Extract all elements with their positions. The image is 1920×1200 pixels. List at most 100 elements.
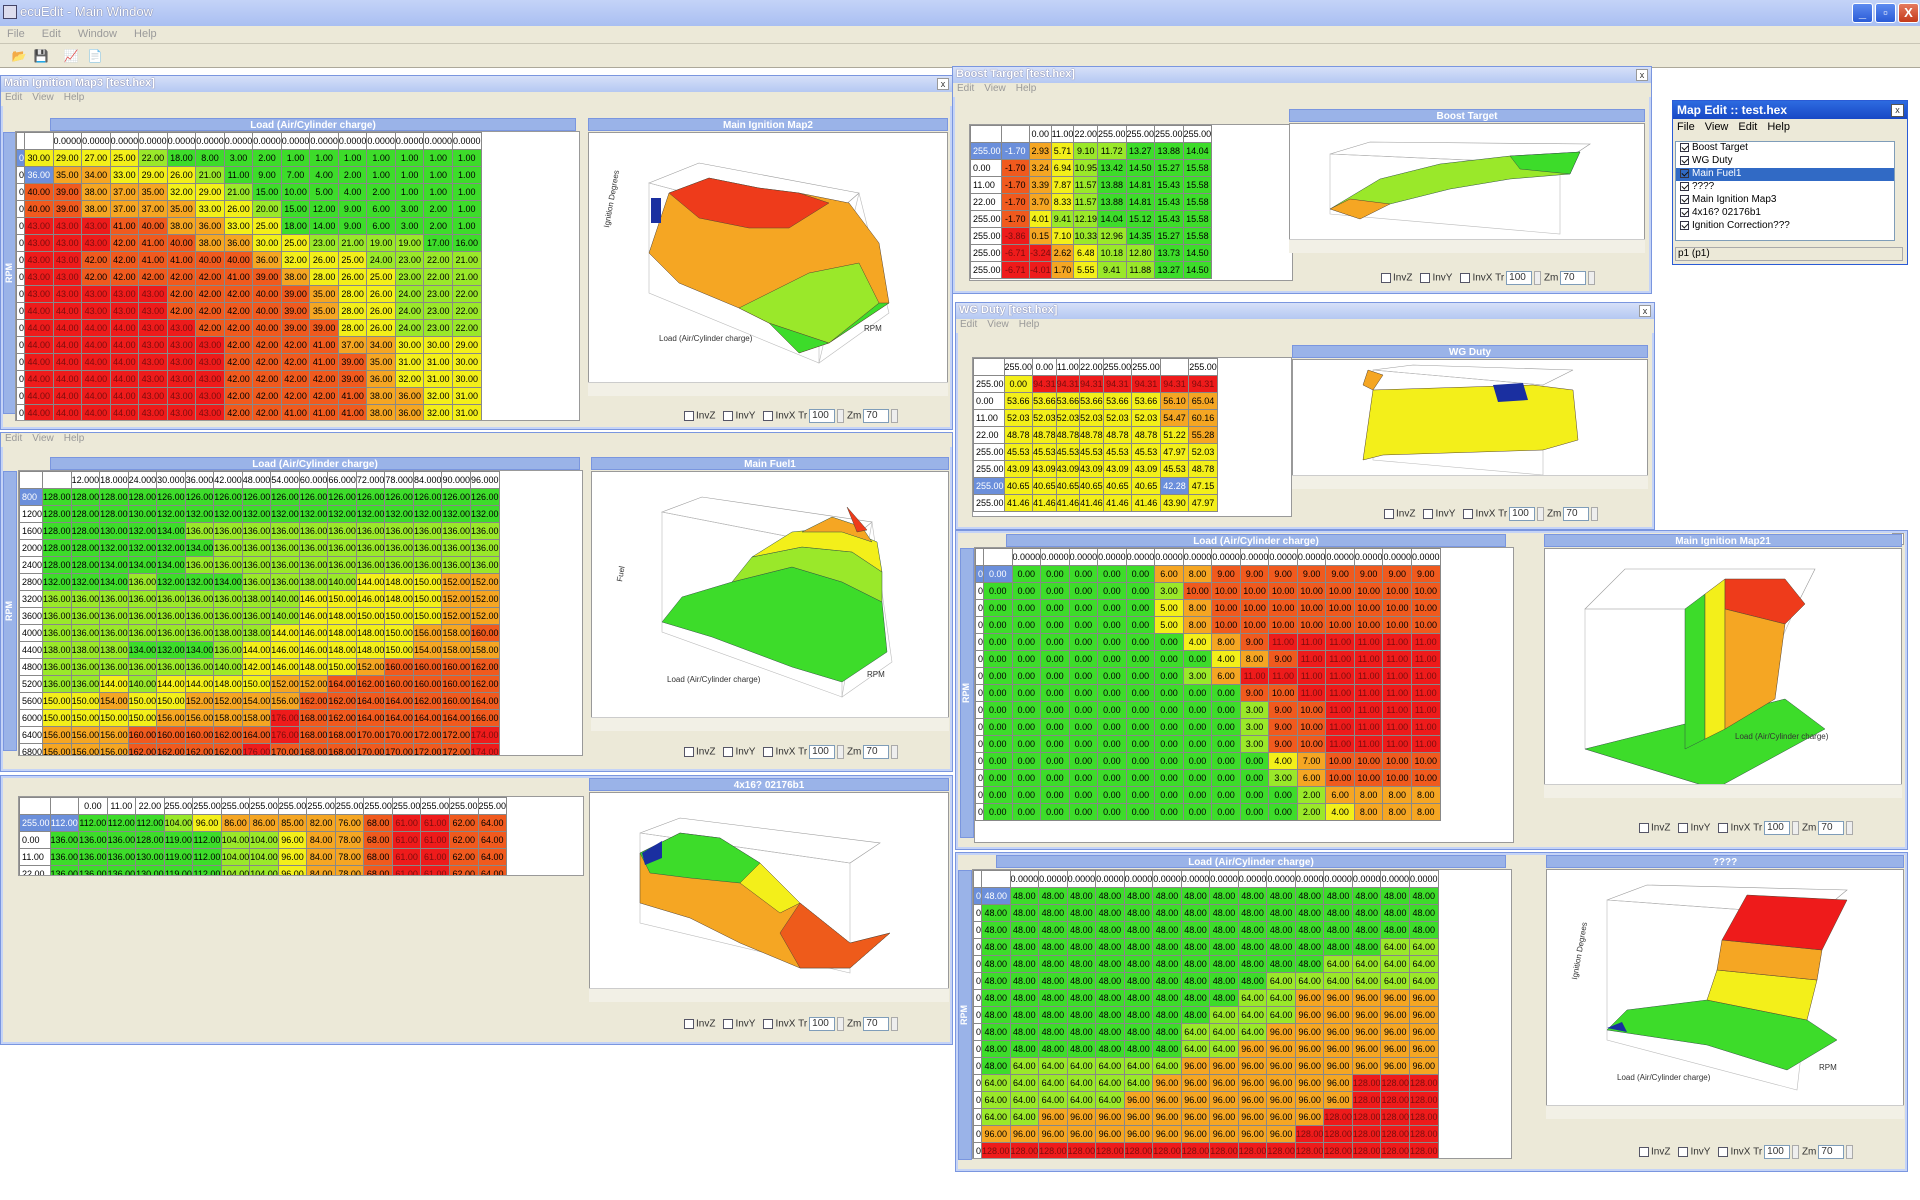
table-cell[interactable]: 1.00 (451, 183, 482, 201)
table-cell[interactable]: 33.00 (223, 217, 254, 235)
table-cell[interactable]: 42.00 (252, 387, 282, 405)
table-cell[interactable]: 64.00 (1180, 1040, 1211, 1058)
table-cell[interactable]: 136.00 (127, 624, 158, 642)
table-cell[interactable]: 136.00 (70, 607, 101, 625)
column-header[interactable]: 22.00 (135, 797, 165, 815)
table-cell[interactable]: 136.00 (49, 848, 80, 866)
table-cell[interactable]: 132.00 (355, 505, 386, 523)
table-cell[interactable]: 11.00 (1296, 650, 1327, 668)
table-cell[interactable]: 128.00 (70, 488, 101, 506)
table-cell[interactable]: 1.00 (394, 166, 425, 184)
table-cell[interactable]: 162.00 (412, 692, 443, 710)
table-cell[interactable]: 136.00 (327, 556, 357, 574)
table-cell[interactable]: 9.00 (1353, 565, 1384, 583)
table-cell[interactable]: 148.00 (327, 624, 357, 642)
table-cell[interactable]: 24.00 (394, 319, 425, 337)
table-cell[interactable]: 48.00 (981, 887, 1011, 905)
table-cell[interactable]: 96.00 (1408, 1006, 1439, 1024)
table-cell[interactable]: 0.00 (1154, 667, 1184, 685)
row-header[interactable]: 0.00 (973, 392, 1005, 410)
table-cell[interactable]: 104.00 (220, 865, 251, 875)
table-cell[interactable]: 2.00 (337, 166, 368, 184)
table-cell[interactable]: -3.86 (1000, 227, 1031, 245)
table-cell[interactable]: 0.00 (1011, 735, 1042, 753)
table-cell[interactable]: 136.00 (355, 522, 386, 540)
table-cell[interactable]: 61.00 (391, 848, 422, 866)
table-cell[interactable]: 96.00 (1209, 1108, 1239, 1126)
table-cell[interactable]: 48.00 (981, 955, 1011, 973)
table-cell[interactable]: 150.00 (327, 590, 357, 608)
table-cell[interactable]: 42.00 (223, 404, 254, 420)
table-cell[interactable]: 48.78 (1032, 426, 1057, 444)
table-cell[interactable]: 40.00 (252, 285, 282, 303)
table-cell[interactable]: 96.00 (1180, 1108, 1211, 1126)
table-cell[interactable]: 0.00 (1040, 650, 1070, 668)
table-cell[interactable]: 2.00 (366, 183, 396, 201)
column-header[interactable]: 0.0000 (1123, 870, 1154, 888)
table-cell[interactable]: 39.00 (52, 183, 83, 201)
table-cell[interactable]: 0.00 (1011, 633, 1042, 651)
table-cell[interactable]: 158.00 (441, 624, 471, 642)
table-cell[interactable]: 20.00 (252, 200, 282, 218)
table-cell[interactable]: 13.27 (1125, 142, 1156, 160)
table-cell[interactable]: 10.00 (1268, 599, 1298, 617)
table-cell[interactable]: 43.00 (166, 336, 197, 354)
row-header[interactable]: 22.00 (973, 426, 1005, 444)
table-cell[interactable]: 39.00 (280, 302, 311, 320)
table-cell[interactable]: 132.00 (156, 539, 186, 557)
table-cell[interactable]: 96.00 (1152, 1108, 1182, 1126)
table-cell[interactable]: 10.00 (1325, 599, 1355, 617)
table-cell[interactable]: 96.00 (1038, 1108, 1068, 1126)
row-header[interactable]: 0 (16, 217, 26, 235)
row-header[interactable]: 255.00 (973, 443, 1005, 461)
table-cell[interactable]: 9.00 (1239, 633, 1270, 651)
table-cell[interactable]: 41.00 (280, 404, 311, 420)
table-cell[interactable]: 0.00 (1154, 786, 1184, 804)
table-cell[interactable]: 48.00 (981, 1040, 1011, 1058)
table-cell[interactable]: 0.00 (1125, 650, 1156, 668)
table-cell[interactable]: 48.00 (1009, 1040, 1040, 1058)
column-header[interactable]: 11.00 (1050, 125, 1075, 143)
column-header[interactable]: 84.000 (412, 471, 443, 489)
table-cell[interactable]: 0.00 (1068, 752, 1099, 770)
table-cell[interactable]: 8.00 (1410, 786, 1441, 804)
table-cell[interactable]: 48.00 (1038, 1040, 1068, 1058)
table-cell[interactable]: 156.00 (70, 743, 101, 755)
table-cell[interactable]: 64.00 (981, 1108, 1011, 1126)
tr-spinner[interactable] (1534, 271, 1542, 285)
table-cell[interactable]: 12.00 (309, 200, 339, 218)
table-cell[interactable]: 52.03 (1131, 409, 1161, 427)
table-cell[interactable]: 42.00 (223, 387, 254, 405)
table-cell[interactable]: 136.00 (78, 865, 108, 875)
zm-input[interactable]: 70 (863, 1017, 890, 1031)
table-cell[interactable]: 1.00 (337, 149, 368, 167)
table-cell[interactable]: 53.66 (1079, 392, 1104, 410)
table-cell[interactable]: 0.00 (1068, 803, 1099, 821)
table-cell[interactable]: 40.65 (1102, 477, 1133, 495)
table-cell[interactable]: 96.00 (1038, 1125, 1068, 1143)
table-cell[interactable]: 53.66 (1131, 392, 1161, 410)
table-cell[interactable]: 96.00 (1294, 1074, 1325, 1092)
table-cell[interactable]: 9.00 (1382, 565, 1412, 583)
table-cell[interactable]: 64.00 (477, 831, 508, 849)
table-cell[interactable]: 136.00 (241, 607, 272, 625)
table-cell[interactable]: 128.00 (1408, 1091, 1439, 1109)
table-cell[interactable]: 48.00 (1323, 887, 1353, 905)
table-cell[interactable]: 132.00 (42, 573, 72, 591)
table-cell[interactable]: 42.00 (223, 353, 254, 371)
table-cell[interactable]: 136.00 (99, 658, 129, 676)
tr-spinner[interactable] (1537, 507, 1545, 521)
table-cell[interactable]: 176.00 (270, 709, 300, 727)
table-cell[interactable]: 48.00 (1351, 921, 1382, 939)
row-header[interactable]: 0 (973, 1006, 983, 1024)
table-cell[interactable]: 48.00 (1294, 921, 1325, 939)
table-cell[interactable]: 0.00 (1068, 616, 1099, 634)
table-cell[interactable]: 15.58 (1182, 210, 1213, 228)
tr-spinner[interactable] (837, 409, 845, 423)
table-cell[interactable]: 128.00 (135, 831, 165, 849)
table-cell[interactable]: 11.00 (1382, 701, 1412, 719)
table-cell[interactable]: 48.00 (1095, 921, 1125, 939)
table-cell[interactable]: 48.00 (1095, 1006, 1125, 1024)
table-cell[interactable]: 43.00 (109, 285, 140, 303)
table-cell[interactable]: 152.00 (298, 675, 329, 693)
